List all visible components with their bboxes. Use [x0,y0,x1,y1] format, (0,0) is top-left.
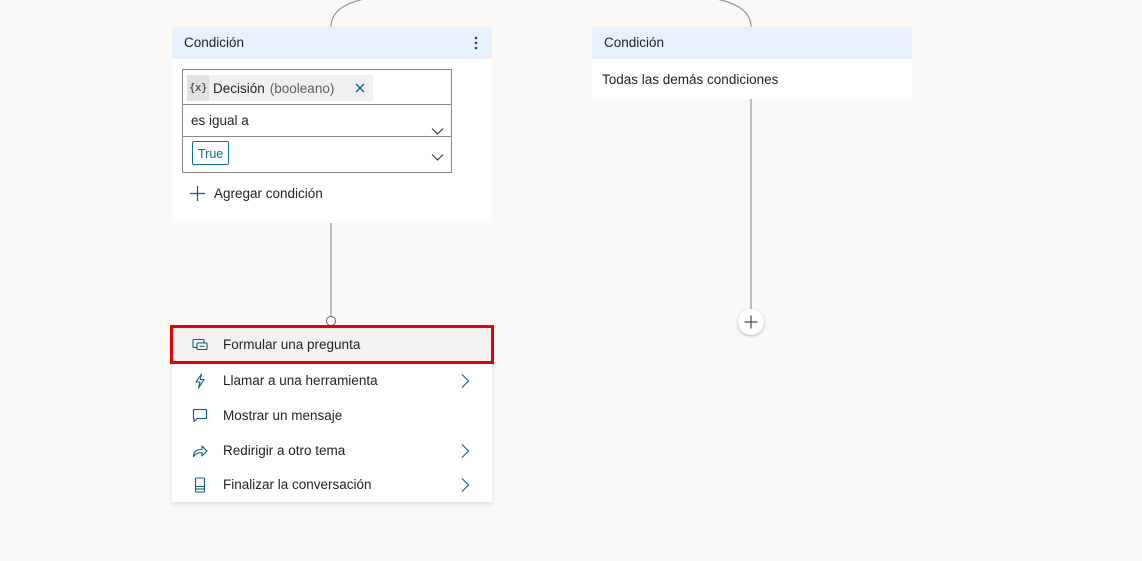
plus-icon [190,185,205,201]
else-condition-text: Todas las demás condiciones [602,72,779,87]
menu-item-show-message[interactable]: Mostrar un mensaje [172,398,492,433]
menu-item-label: Redirigir a otro tema [223,443,346,458]
chevron-right-icon [460,373,470,389]
menu-item-redirect-topic[interactable]: Redirigir a otro tema [172,433,492,468]
clear-variable-icon[interactable] [353,81,367,95]
more-options-icon[interactable] [468,27,484,59]
condition-editor: {x} Decisión (booleano) es igual a True [182,69,452,173]
variable-pill[interactable]: {x} Decisión (booleano) [187,75,373,101]
add-condition-button[interactable]: Agregar condición [189,181,323,205]
value-dropdown[interactable]: True [183,137,451,172]
else-condition-header: Condición [592,27,912,59]
end-conversation-icon [192,476,208,493]
condition-card-header: Condición [172,27,492,59]
redirect-arrow-icon [192,443,208,459]
menu-item-ask-question[interactable]: Formular una pregunta [170,325,494,364]
variable-type: (booleano) [269,80,335,96]
variable-icon: {x} [187,75,209,101]
condition-card-title: Condición [184,35,245,50]
menu-item-label: Finalizar la conversación [223,477,372,492]
menu-item-label: Mostrar un mensaje [223,408,343,423]
menu-item-call-tool[interactable]: Llamar a una herramienta [172,363,492,398]
menu-item-label: Formular una pregunta [223,337,361,352]
ask-question-icon [192,337,208,353]
operator-value: es igual a [191,113,249,128]
plus-icon [744,315,758,329]
condition-card: Condición {x} Decisión (booleano) es igu… [172,27,492,223]
menu-item-label: Llamar a una herramienta [223,373,378,388]
message-icon [192,408,208,424]
variable-name: Decisión [213,80,265,96]
variable-row: {x} Decisión (booleano) [183,70,451,105]
chevron-down-icon [431,116,444,135]
add-node-button[interactable] [738,309,764,335]
add-condition-label: Agregar condición [214,185,323,201]
lightning-icon [192,372,208,389]
operator-dropdown[interactable]: es igual a [183,105,451,137]
value-tag[interactable]: True [192,141,230,165]
chevron-right-icon [460,477,470,493]
add-node-menu: Formular una pregunta Llamar a una herra… [170,325,494,502]
else-condition-title: Condición [604,35,665,50]
authoring-canvas: Condición {x} Decisión (booleano) es igu… [0,0,1142,561]
chevron-right-icon [460,443,470,459]
menu-item-end-conversation[interactable]: Finalizar la conversación [172,467,492,502]
chevron-down-icon [431,150,444,161]
else-condition-card: Condición Todas las demás condiciones [592,27,912,99]
